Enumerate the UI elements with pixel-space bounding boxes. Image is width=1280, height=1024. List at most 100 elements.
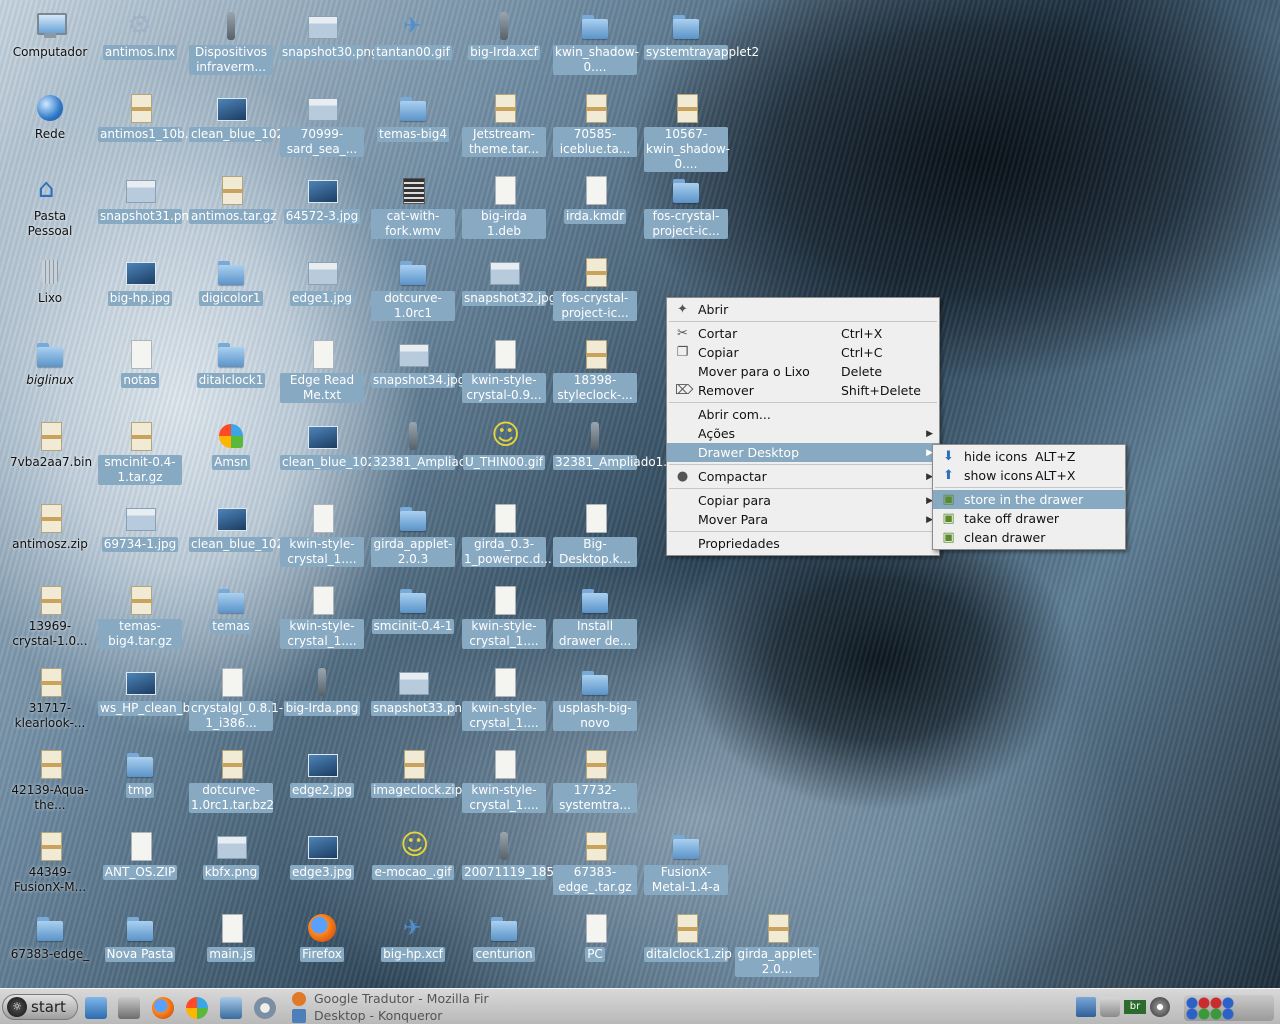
menu-item-cortar[interactable]: ✂ Cortar Ctrl+X bbox=[667, 324, 939, 343]
desktop-icon[interactable]: fos-crystal-project-ic... bbox=[644, 174, 728, 239]
menu-item-remover[interactable]: ⌦ Remover Shift+Delete bbox=[667, 381, 939, 400]
menu-item-compactar[interactable]: ● Compactar ▶ bbox=[667, 467, 939, 486]
desktop-icon[interactable]: crystalgl_0.8.1-1_i386... bbox=[189, 666, 283, 731]
desktop-icon[interactable]: 67383-edge_.tar.gz bbox=[553, 830, 637, 895]
desktop-icon[interactable]: 70585-iceblue.ta... bbox=[553, 92, 637, 157]
desktop-icon[interactable]: Rede bbox=[8, 92, 92, 142]
desktop-icon[interactable]: dotcurve-1.0rc1.tar.bz2 bbox=[189, 748, 274, 813]
task-konqueror[interactable]: Desktop - Konqueror bbox=[292, 1007, 492, 1024]
desktop-icon[interactable]: Dispositivos infraverm... bbox=[189, 10, 273, 75]
desktop-icon[interactable]: girda_0.3-1_powerpc.d... bbox=[462, 502, 552, 567]
desktop-icon[interactable]: PC bbox=[553, 912, 637, 962]
menu-item-drawer-desktop[interactable]: Drawer Desktop ▶ bbox=[667, 443, 939, 462]
settings-launcher-icon[interactable] bbox=[118, 997, 140, 1019]
firefox-launcher-icon[interactable] bbox=[152, 997, 174, 1019]
desktop-icon[interactable]: 69734-1.jpg bbox=[98, 502, 182, 552]
desktop-icon[interactable]: kwin_shadow-0.... bbox=[553, 10, 639, 75]
desktop-icon[interactable]: snapshot31.png bbox=[98, 174, 197, 224]
desktop-icon[interactable]: girda_applet-2.0.3 bbox=[371, 502, 455, 567]
desktop-icon[interactable]: Big-Desktop.k... bbox=[553, 502, 637, 567]
desktop-icon[interactable]: 7vba2aa7.bin bbox=[8, 420, 92, 470]
desktop-icon[interactable]: antimos.lnx bbox=[98, 8, 182, 60]
desktop-icon[interactable]: Nova Pasta bbox=[98, 912, 182, 962]
desktop-icon[interactable]: 13969-crystal-1.0... bbox=[8, 584, 92, 649]
task-firefox[interactable]: Google Tradutor - Mozilla Fir bbox=[292, 990, 492, 1007]
desktop-icon[interactable]: 64572-3.jpg bbox=[280, 174, 364, 224]
desktop-icon[interactable]: Install drawer de... bbox=[553, 584, 637, 649]
desktop-icon[interactable]: kwin-style-crystal_1.... bbox=[462, 748, 546, 813]
desktop-icon[interactable]: clean_blue_1024x768... bbox=[280, 420, 424, 470]
desktop-icon[interactable]: big-hp.xcf bbox=[371, 912, 455, 962]
desktop-icon[interactable]: cat-with-fork.wmv bbox=[371, 174, 455, 239]
keyboard-layout-tray-icon[interactable]: br bbox=[1124, 1000, 1146, 1014]
desktop-icon[interactable]: dotcurve-1.0rc1 bbox=[371, 256, 455, 321]
desktop-icon[interactable]: edge1.jpg bbox=[280, 256, 364, 306]
desktop-icon[interactable]: centurion bbox=[462, 912, 546, 962]
menu-item-mover-para[interactable]: Mover Para ▶ bbox=[667, 510, 939, 529]
desktop-icon[interactable]: snapshot33.png bbox=[371, 666, 470, 716]
desktop-icon[interactable]: imageclock.zip bbox=[371, 748, 462, 798]
connection-tray-icon[interactable] bbox=[1100, 997, 1120, 1017]
desktop-icon[interactable]: smcinit-0.4-1 bbox=[371, 584, 455, 634]
desktop-icon[interactable]: notas bbox=[98, 338, 182, 388]
home-launcher-icon[interactable] bbox=[85, 997, 107, 1019]
disc-tray-icon[interactable] bbox=[1150, 997, 1170, 1017]
desktop-icon[interactable]: Edge Read Me.txt bbox=[280, 338, 364, 403]
desktop-icon[interactable]: 70999-sard_sea_... bbox=[280, 92, 364, 157]
desktop-icon[interactable]: big-Irda.png bbox=[280, 666, 364, 716]
desktop-icon[interactable]: Amsn bbox=[189, 420, 273, 470]
desktop-icon[interactable]: edge2.jpg bbox=[280, 748, 364, 798]
desktop-icon[interactable]: e-mocao_.gif bbox=[371, 828, 455, 880]
desktop-icon[interactable]: tmp bbox=[98, 748, 182, 798]
desktop-icon[interactable]: kwin-style-crystal_1.... bbox=[280, 502, 364, 567]
desktop-icon[interactable]: kwin-style-crystal_1.... bbox=[462, 584, 546, 649]
desktop-icon[interactable]: temas-big4.tar.gz bbox=[98, 584, 182, 649]
desktop-icon[interactable]: edge3.jpg bbox=[280, 830, 364, 880]
desktop-icon[interactable]: 31717-klearlook-... bbox=[8, 666, 92, 731]
desktop-icon[interactable]: U_THIN00.gif bbox=[462, 418, 546, 470]
submenu-item-clean-drawer[interactable]: ▣ clean drawer bbox=[933, 528, 1125, 547]
menu-item-abrir[interactable]: ✦ Abrir bbox=[667, 300, 939, 319]
menu-item-copiar-para[interactable]: Copiar para ▶ bbox=[667, 491, 939, 510]
desktop-icon[interactable]: 18398-styleclock-... bbox=[553, 338, 637, 403]
desktop-launcher-icon[interactable] bbox=[220, 997, 242, 1019]
desktop-icon[interactable]: smcinit-0.4-1.tar.gz bbox=[98, 420, 182, 485]
desktop-icon[interactable]: usplash-big-novo bbox=[553, 666, 637, 731]
desktop-icon[interactable]: clean_blue_1024x768... bbox=[189, 92, 333, 142]
desktop-icon[interactable]: kwin-style-crystal-0.9... bbox=[462, 338, 546, 403]
desktop-icon[interactable]: Lixo bbox=[8, 256, 92, 306]
start-button[interactable]: ☼ start bbox=[2, 994, 78, 1020]
desktop-icon[interactable]: tantan00.gif bbox=[371, 10, 455, 60]
desktop-icon[interactable]: Pasta Pessoal bbox=[8, 174, 92, 239]
desktop-icon[interactable]: girda_applet-2.0... bbox=[735, 912, 819, 977]
menu-item-copiar[interactable]: ❐ Copiar Ctrl+C bbox=[667, 343, 939, 362]
desktop-icon[interactable]: main.js bbox=[189, 912, 273, 962]
desktop-icon[interactable]: temas-big4 bbox=[371, 92, 455, 142]
msn-launcher-icon[interactable] bbox=[186, 997, 208, 1019]
desktop-icon[interactable]: Firefox bbox=[280, 912, 364, 962]
desktop-icon[interactable]: big-irda 1.deb bbox=[462, 174, 546, 239]
desktop-icon[interactable]: Computador bbox=[8, 10, 92, 60]
desktop-icon[interactable]: ws_HP_clean_blu... bbox=[98, 666, 213, 716]
desktop-icon[interactable]: ANT_OS.ZIP bbox=[98, 830, 182, 880]
desktop-icon[interactable]: biglinux bbox=[8, 338, 92, 388]
desktop-icon[interactable]: big-Irda.xcf bbox=[462, 10, 546, 60]
menu-item-a-es[interactable]: Ações ▶ bbox=[667, 424, 939, 443]
desktop-icon[interactable]: FusionX-Metal-1.4-a bbox=[644, 830, 728, 895]
desktop-icon[interactable]: 10567-kwin_shadow-0.... bbox=[644, 92, 730, 172]
gear-launcher-icon[interactable] bbox=[254, 997, 276, 1019]
desktop-icon[interactable]: 20071119_185215_v... bbox=[462, 830, 601, 880]
desktop-icon[interactable]: kwin-style-crystal_1.... bbox=[462, 666, 546, 731]
submenu-item-take-off-drawer[interactable]: ▣ take off drawer bbox=[933, 509, 1125, 528]
menu-item-mover-para-o-lixo[interactable]: Mover para o Lixo Delete bbox=[667, 362, 939, 381]
desktop-icon[interactable]: kwin-style-crystal_1.... bbox=[280, 584, 364, 649]
desktop-icon[interactable]: 32381_Ampliado1... bbox=[553, 420, 675, 470]
desktop-icon[interactable]: 17732-systemtra... bbox=[553, 748, 637, 813]
desktop-icon[interactable]: irda.kmdr bbox=[553, 174, 637, 224]
desktop-icon[interactable]: 42139-Aqua-the... bbox=[8, 748, 92, 813]
desktop-icon[interactable]: kbfx.png bbox=[189, 830, 273, 880]
desktop-icon[interactable]: systemtrayapplet2 bbox=[644, 10, 759, 60]
desktop-icon[interactable]: big-hp.jpg bbox=[98, 256, 182, 306]
desktop-icon[interactable]: 67383-edge_ bbox=[8, 912, 92, 962]
pager-tray-icon[interactable] bbox=[1184, 995, 1274, 1021]
